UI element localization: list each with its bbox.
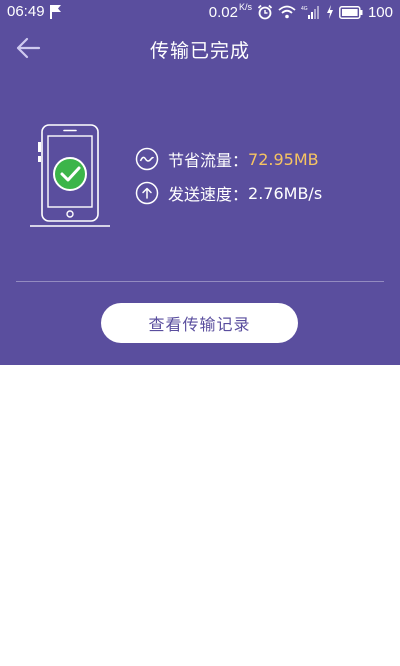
svg-text:4G: 4G — [301, 6, 308, 12]
net-speed-value: 0.02 — [208, 3, 238, 21]
battery-icon — [339, 5, 363, 19]
signal-icon: 4G — [301, 5, 321, 19]
send-speed-value: 2.76MB/s — [248, 183, 323, 203]
upload-icon — [135, 181, 159, 205]
traffic-wave-icon — [135, 147, 159, 171]
net-speed-unit: K/s — [238, 1, 252, 12]
phone-check-icon — [30, 122, 112, 230]
screen: 06:49 0.02 K/s 4G 100 传输已完成 节省流量： 72.95M… — [0, 0, 400, 666]
status-time: 06:49 — [7, 3, 45, 20]
send-speed-label: 发送速度： — [168, 185, 249, 204]
alarm-clock-icon — [257, 4, 273, 20]
page-title: 传输已完成 — [149, 40, 250, 62]
charging-icon — [326, 5, 334, 19]
status-right: 0.02 K/s 4G 100 — [208, 1, 393, 21]
net-speed: 0.02 K/s — [208, 1, 252, 21]
saved-traffic-row: 节省流量： 72.95MB — [135, 146, 319, 172]
view-transfer-history-button[interactable]: 查看传输记录 — [101, 303, 298, 343]
status-bar: 06:49 0.02 K/s 4G 100 — [0, 0, 400, 24]
saved-traffic-value: 72.95MB — [248, 149, 319, 169]
flag-icon — [50, 5, 62, 19]
battery-level: 100 — [367, 3, 393, 21]
header-panel: 06:49 0.02 K/s 4G 100 传输已完成 节省流量： 72.95M… — [0, 0, 400, 365]
saved-traffic-label: 节省流量： — [168, 151, 249, 170]
divider — [16, 281, 384, 282]
send-speed-row: 发送速度： 2.76MB/s — [135, 180, 322, 206]
wifi-icon — [278, 5, 296, 19]
